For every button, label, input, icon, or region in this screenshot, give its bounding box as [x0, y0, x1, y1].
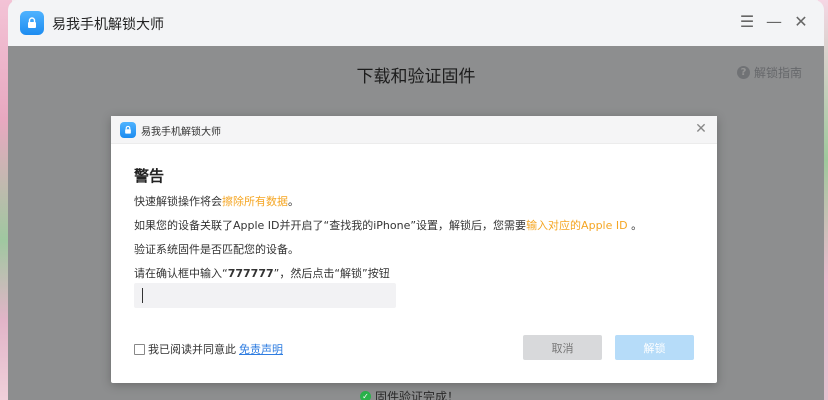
menu-icon[interactable]: ☰	[737, 12, 757, 32]
warning-line-verify: 验证系统固件是否匹配您的设备。	[134, 243, 299, 256]
dialog-header: 易我手机解锁大师 ✕	[111, 116, 717, 144]
disclaimer-link[interactable]: 免责声明	[239, 341, 283, 357]
app-lock-logo-icon	[20, 11, 44, 35]
unlock-button[interactable]: 解锁	[615, 335, 694, 360]
cancel-button[interactable]: 取消	[523, 335, 602, 360]
warning-heading: 警告	[134, 167, 165, 185]
agree-checkbox[interactable]	[134, 343, 145, 355]
agree-row: 我已阅读并同意此 免责声明	[134, 341, 283, 357]
line1-text: 快速解锁操作将会	[134, 195, 222, 208]
dialog-lock-logo-icon	[120, 122, 136, 138]
warning-line-erase: 快速解锁操作将会擦除所有数据。	[134, 193, 299, 209]
firmware-status: ✓ 固件验证完成！	[360, 388, 459, 400]
warning-dialog: 易我手机解锁大师 ✕ 警告 快速解锁操作将会擦除所有数据。 如果您的设备关联了A…	[111, 116, 717, 383]
warning-line-appleid: 如果您的设备关联了Apple ID并开启了“查找我的iPhone”设置，解锁后，…	[134, 217, 642, 233]
line1-end: 。	[288, 195, 299, 208]
titlebar: 易我手机解锁大师 ☰ — ✕	[8, 0, 824, 46]
app-title: 易我手机解锁大师	[52, 17, 164, 33]
agree-text: 我已阅读并同意此	[148, 343, 236, 356]
minimize-icon[interactable]: —	[764, 12, 784, 32]
line2-text: 如果您的设备关联了Apple ID并开启了“查找我的iPhone”设置，解锁后，…	[134, 219, 527, 232]
line2-end: 。	[627, 219, 643, 232]
dialog-close-icon[interactable]: ✕	[693, 121, 709, 137]
line4-end: ”，然后点击“解锁”按钮	[273, 267, 390, 280]
close-icon[interactable]: ✕	[791, 12, 811, 32]
line4-text: 请在确认框中输入“	[134, 267, 228, 280]
confirm-code: 777777	[227, 267, 274, 280]
warning-line-instruction: 请在确认框中输入“777777”，然后点击“解锁”按钮	[134, 265, 390, 281]
dialog-title: 易我手机解锁大师	[141, 127, 221, 138]
appleid-highlight: 输入对应的Apple ID	[526, 219, 628, 232]
confirm-code-input[interactable]	[134, 283, 396, 308]
firmware-status-text: 固件验证完成！	[375, 390, 460, 400]
text-caret	[142, 288, 143, 303]
erase-all-data-highlight: 擦除所有数据	[222, 195, 288, 208]
check-circle-icon: ✓	[360, 391, 371, 400]
